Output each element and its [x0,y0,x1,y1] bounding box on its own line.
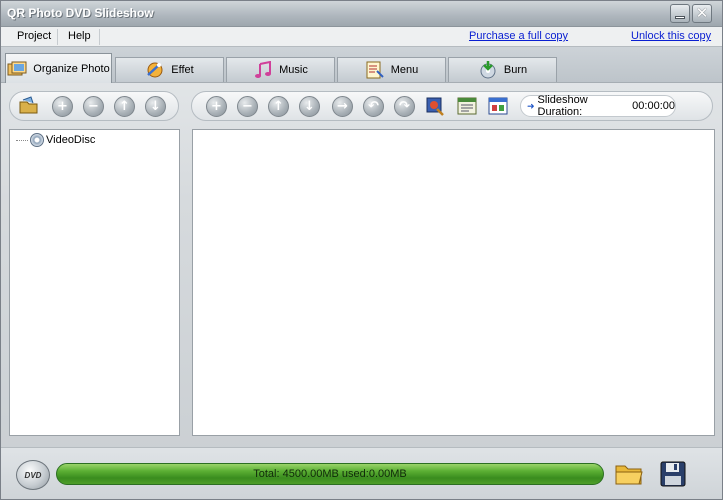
add-photo-icon[interactable]: + [206,96,227,117]
menu-project[interactable]: Project [11,30,57,42]
move-down-icon[interactable]: ↓ [299,96,320,117]
tab-label: Menu [390,64,419,76]
move-right-icon[interactable]: → [332,96,353,117]
tab-label: Music [279,64,308,76]
move-up-icon[interactable]: ↑ [268,96,289,117]
tab-music[interactable]: Music [226,57,335,82]
effect-icon [145,61,165,79]
menu-bar: Project Help Purchase a full copy Unlock… [1,27,722,47]
window-title: QR Photo DVD Slideshow [7,6,154,20]
minimize-icon [675,16,685,19]
unlock-link[interactable]: Unlock this copy [631,30,711,42]
duration-value: 00:00:00 [632,100,675,112]
tab-burn[interactable]: Burn [448,57,557,82]
dvd-icon[interactable]: DVD [16,460,50,490]
tree-node-root[interactable]: VideoDisc [16,133,95,147]
title-bar: QR Photo DVD Slideshow ✕ [1,1,722,27]
photo-list[interactable] [192,129,715,436]
tab-label: Burn [503,64,528,76]
dvd-label: DVD [24,470,42,480]
move-up-icon[interactable]: ↑ [114,96,135,117]
move-down-icon[interactable]: ↓ [145,96,166,117]
open-project-icon[interactable] [615,460,643,486]
disc-tree[interactable]: VideoDisc [9,129,180,436]
tab-label: Effet [171,64,194,76]
status-bar: DVD Total: 4500.00MB used:0.00MB [1,447,722,499]
rotate-left-icon[interactable]: ↶ [363,96,384,117]
disc-icon [30,133,44,147]
menu-divider [99,29,100,45]
arrow-right-icon: ➜ [527,100,535,111]
tree-connector [16,139,28,141]
burn-icon [478,61,498,79]
close-button[interactable]: ✕ [692,4,712,23]
photos-icon [7,60,27,78]
duration-label: Slideshow Duration: [537,94,588,118]
photo-toolbar: + − ↑ ↓ → ↶ ↷ ➜ Slideshow Duration: 00:0… [191,91,713,121]
purchase-link[interactable]: Purchase a full copy [469,30,568,42]
rotate-right-icon[interactable]: ↷ [394,96,415,117]
music-icon [253,61,273,79]
tab-effet[interactable]: Effet [115,57,224,82]
open-folder-icon[interactable] [19,96,39,116]
close-icon: ✕ [695,4,709,22]
capacity-text: Total: 4500.00MB used:0.00MB [253,468,407,480]
transition-icon[interactable] [488,96,508,116]
menu-divider [57,29,58,45]
text-caption-icon[interactable] [457,96,477,116]
remove-icon[interactable]: − [83,96,104,117]
tab-menu[interactable]: Menu [337,57,446,82]
tab-strip: Organize Photo Effet Music Menu Burn [1,47,722,83]
remove-photo-icon[interactable]: − [237,96,258,117]
tree-toolbar: + − ↑ ↓ [9,91,179,121]
menu-help[interactable]: Help [62,30,97,42]
minimize-button[interactable] [670,4,690,23]
tab-organize-photo[interactable]: Organize Photo [5,53,112,83]
disc-capacity-bar: Total: 4500.00MB used:0.00MB [56,463,604,485]
slideshow-duration: ➜ Slideshow Duration: 00:00:00 [520,94,676,118]
menu-icon [365,61,385,79]
image-edit-icon[interactable] [425,96,445,116]
save-icon[interactable] [659,460,687,488]
add-icon[interactable]: + [52,96,73,117]
app-window: QR Photo DVD Slideshow ✕ Project Help Pu… [0,0,723,500]
tab-label: Organize Photo [33,62,110,75]
tree-node-label: VideoDisc [46,134,96,146]
